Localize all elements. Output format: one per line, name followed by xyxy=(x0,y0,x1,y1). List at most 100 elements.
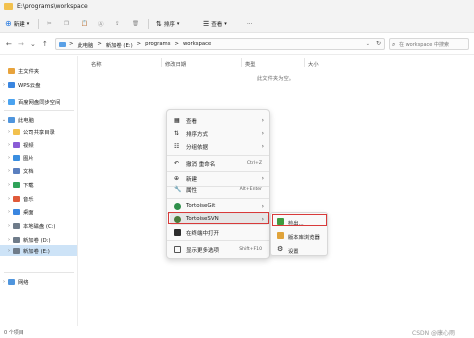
cloud-icon xyxy=(8,81,15,88)
item-count: 0 个项目 xyxy=(4,330,24,336)
expand-chevron-icon[interactable]: › xyxy=(0,82,8,88)
column-divider[interactable] xyxy=(241,58,242,67)
menu-item-group-by[interactable]: ☷ 分组依据 › xyxy=(170,141,268,152)
menu-separator xyxy=(167,198,269,199)
home-icon xyxy=(8,67,15,74)
menu-item-label: 查看 xyxy=(186,119,198,125)
status-bar: 0 个项目 CSDN @康心雨 xyxy=(0,326,474,338)
submenu-item-repo-browser[interactable]: 版本库浏览器 xyxy=(273,230,327,241)
file-list[interactable]: 名称 修改日期 类型 大小 此文件夹为空。 xyxy=(79,56,474,326)
sidebar-item-shared-dir[interactable]: › 公司共享目录 xyxy=(0,126,77,137)
expand-chevron-icon[interactable]: › xyxy=(5,237,13,243)
expand-chevron-icon[interactable]: › xyxy=(5,182,13,188)
watermark: CSDN @康心雨 xyxy=(412,330,456,337)
new-button[interactable]: ⊕ 新建 ▾ xyxy=(5,18,29,29)
copy-icon[interactable]: ❐ xyxy=(64,18,69,29)
sidebar-item-drive-d[interactable]: › 新加卷 (D:) xyxy=(0,234,77,245)
sidebar-item-baidu-sync[interactable]: › 百度网盘同步空间 xyxy=(0,96,77,107)
sidebar-item-home[interactable]: 主文件夹 xyxy=(0,65,77,76)
expand-chevron-icon[interactable]: › xyxy=(5,209,13,215)
paste-icon[interactable]: 📋 xyxy=(81,18,88,29)
sidebar-item-drive-c[interactable]: › 本地磁盘 (C:) xyxy=(0,220,77,231)
expand-chevron-icon[interactable]: › xyxy=(5,248,13,254)
expand-chevron-icon[interactable]: › xyxy=(0,279,8,285)
music-icon xyxy=(13,195,20,202)
cut-icon[interactable]: ✂ xyxy=(47,18,52,29)
refresh-icon[interactable]: ↻ xyxy=(376,40,381,47)
search-input[interactable] xyxy=(399,40,467,49)
column-header-name[interactable]: 名称 xyxy=(91,60,102,68)
breadcrumb-separator: > xyxy=(136,41,142,47)
breadcrumb-separator: > xyxy=(174,41,179,47)
submenu-item-settings[interactable]: ⚙ 设置 xyxy=(273,244,327,255)
menu-item-tortoisegit[interactable]: TortoiseGit › xyxy=(170,201,268,212)
menu-item-sort-by[interactable]: ⇅ 排序方式 › xyxy=(170,128,268,139)
sidebar-item-this-pc[interactable]: ⌄ 此电脑 xyxy=(0,114,77,125)
breadcrumb-drive-e[interactable]: 新加卷 (E:) xyxy=(106,41,133,49)
search-box[interactable]: ⌕ xyxy=(389,38,469,50)
sidebar-item-pictures[interactable]: › 图片 xyxy=(0,152,77,163)
computer-icon xyxy=(59,41,66,47)
expand-chevron-icon[interactable]: › xyxy=(5,129,13,135)
sidebar-divider xyxy=(4,110,74,111)
sidebar-item-music[interactable]: › 音乐 xyxy=(0,193,77,204)
column-divider[interactable] xyxy=(304,58,305,67)
recent-chevron-icon[interactable]: ⌄ xyxy=(30,40,36,48)
folder-icon xyxy=(13,128,20,135)
up-arrow-icon[interactable]: ↑ xyxy=(42,40,48,48)
menu-item-label: 分组依据 xyxy=(186,145,209,151)
menu-item-undo-rename[interactable]: ↶ 撤消 重命名 Ctrl+Z xyxy=(170,158,268,169)
menu-item-properties[interactable]: 🔧 属性 Alt+Enter xyxy=(170,184,268,195)
menu-item-open-in-terminal[interactable]: 在终端中打开 xyxy=(170,227,268,238)
address-dropdown-icon[interactable]: ⌄ xyxy=(366,41,370,47)
menu-item-label: 排序方式 xyxy=(186,132,209,138)
column-header-size[interactable]: 大小 xyxy=(308,60,319,68)
menu-item-label: 撤消 重命名 xyxy=(186,162,216,168)
sidebar-item-drive-e[interactable]: › 新加卷 (E:) xyxy=(0,245,77,256)
drive-icon xyxy=(13,247,20,254)
more-button[interactable]: ··· xyxy=(247,18,252,29)
expand-chevron-icon[interactable]: › xyxy=(5,223,13,229)
menu-item-show-more-options[interactable]: 显示更多选项 Shift+F10 xyxy=(170,244,268,255)
sidebar-item-label: 网络 xyxy=(18,279,29,286)
breadcrumb-workspace[interactable]: workspace xyxy=(183,41,211,49)
sidebar-item-downloads[interactable]: › 下载 xyxy=(0,179,77,190)
sidebar-item-documents[interactable]: › 文档 xyxy=(0,165,77,176)
breadcrumb-this-pc[interactable]: 此电脑 xyxy=(77,41,93,49)
breadcrumb-programs[interactable]: programs xyxy=(145,41,170,49)
expand-chevron-icon[interactable]: › xyxy=(5,155,13,161)
sidebar-item-desktop[interactable]: › 桌面 xyxy=(0,206,77,217)
view-button[interactable]: ☰ 查看 ▾ xyxy=(203,18,227,29)
command-bar: ⊕ 新建 ▾ ✂ ❐ 📋 Ⓐ ⇪ 🗑 ⇅ 排序 ▾ ☰ 查看 ▾ ··· xyxy=(0,14,474,33)
delete-icon[interactable]: 🗑 xyxy=(132,18,139,29)
expand-chevron-icon[interactable]: › xyxy=(5,168,13,174)
view-icon: ▦ xyxy=(174,117,180,124)
expand-chevron-icon[interactable]: › xyxy=(0,99,8,105)
sidebar-item-network[interactable]: › 网络 xyxy=(0,276,77,287)
expand-chevron-icon[interactable]: › xyxy=(5,196,13,202)
sidebar-item-wps-cloud[interactable]: › WPS云盘 xyxy=(0,79,77,90)
search-icon: ⌕ xyxy=(392,41,396,48)
column-header-modified[interactable]: 修改日期 xyxy=(165,60,186,68)
sort-button[interactable]: ⇅ 排序 ▾ xyxy=(156,18,179,29)
drive-icon xyxy=(13,222,20,229)
menu-item-shortcut: Alt+Enter xyxy=(239,186,262,192)
forward-arrow-icon[interactable]: → xyxy=(18,40,24,48)
menu-separator xyxy=(167,240,269,241)
address-bar[interactable]: > 此电脑 > 新加卷 (E:) > programs > workspace … xyxy=(55,38,385,50)
column-divider[interactable] xyxy=(161,58,162,67)
menu-item-label: 在终端中打开 xyxy=(186,231,220,237)
menu-item-new[interactable]: ⊕ 新建 › xyxy=(170,173,268,184)
breadcrumb-separator: > xyxy=(69,41,74,47)
column-header-type[interactable]: 类型 xyxy=(245,60,256,68)
back-arrow-icon[interactable]: ← xyxy=(6,40,12,48)
expand-chevron-icon[interactable]: › xyxy=(5,142,13,148)
rename-icon[interactable]: Ⓐ xyxy=(98,18,104,29)
video-icon xyxy=(13,141,20,148)
menu-item-label: 属性 xyxy=(186,188,198,194)
share-icon[interactable]: ⇪ xyxy=(115,18,120,29)
collapse-chevron-icon[interactable]: ⌄ xyxy=(0,117,8,123)
menu-item-view[interactable]: ▦ 查看 › xyxy=(170,115,268,126)
sidebar-item-videos[interactable]: › 视频 xyxy=(0,139,77,150)
repo-browser-icon xyxy=(277,232,284,239)
